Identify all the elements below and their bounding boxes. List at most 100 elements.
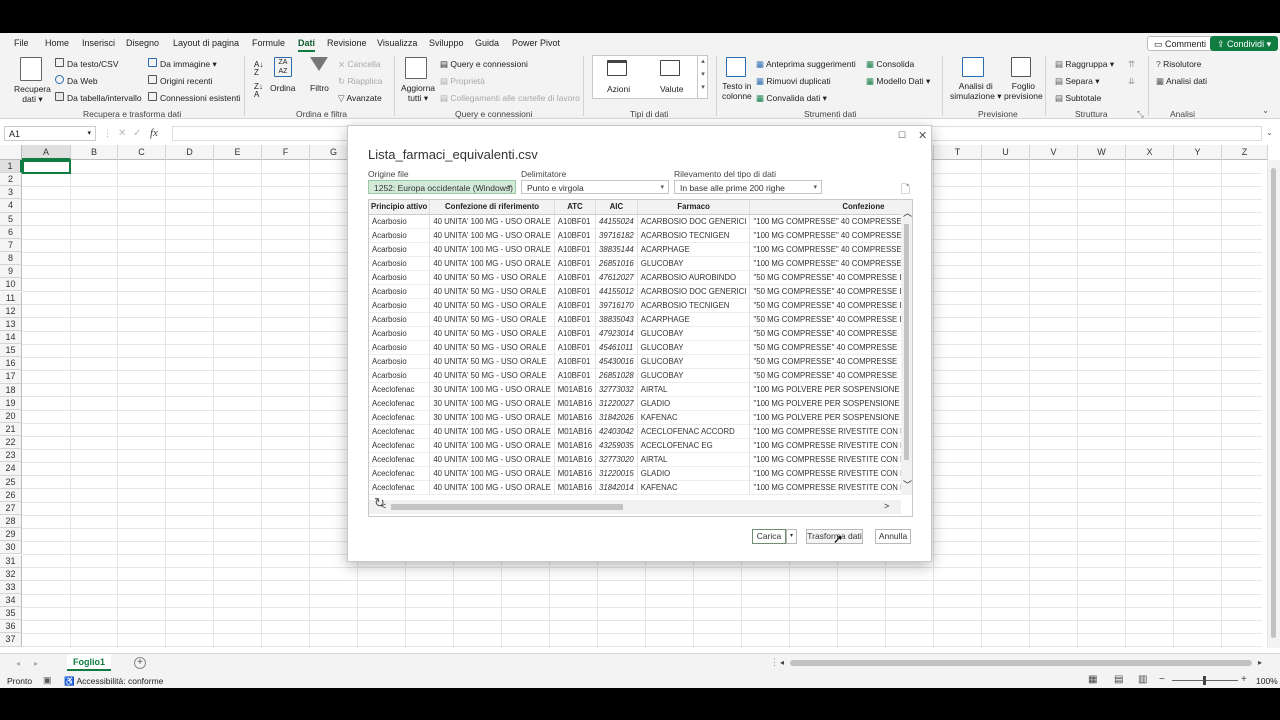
row-header[interactable]: 29 (0, 528, 22, 542)
hide-detail-icon[interactable]: ⇊ (1128, 76, 1135, 87)
active-cell-a1[interactable] (22, 160, 71, 174)
menu-draw[interactable]: Disegno (126, 38, 159, 48)
detect-type-select[interactable]: In base alle prime 200 righe ▾ (674, 180, 822, 194)
solver-button[interactable]: ? Risolutore (1156, 59, 1201, 69)
insert-function-icon[interactable]: fx (150, 127, 158, 139)
row-header[interactable]: 8 (0, 252, 22, 266)
collapse-ribbon-icon[interactable]: ⌄ (1262, 105, 1269, 116)
row-header[interactable]: 16 (0, 357, 22, 371)
vertical-scrollbar[interactable] (1268, 160, 1280, 648)
select-all-corner[interactable] (0, 145, 22, 160)
existing-connections-button[interactable]: Connessioni esistenti (160, 93, 240, 103)
currencies-button[interactable]: Valute (660, 84, 683, 94)
scroll-right-icon[interactable]: ▸ (34, 659, 38, 668)
horizontal-scrollbar[interactable] (790, 660, 1252, 666)
menu-view[interactable]: Visualizza (377, 38, 417, 48)
what-if-analysis-button[interactable]: Analisi di simulazione ▾ (950, 81, 1002, 101)
workbook-links-button[interactable]: ▤ Collegamenti alle cartelle di lavoro (440, 93, 580, 104)
clear-filter-button[interactable]: ⨯ Cancella (338, 59, 381, 70)
row-header[interactable]: 11 (0, 291, 22, 305)
row-header[interactable]: 32 (0, 567, 22, 581)
from-table-button[interactable]: Da tabella/intervallo (67, 93, 142, 103)
preview-column-header[interactable]: ATC (554, 200, 597, 215)
scroll-right-icon[interactable]: ▸ (1258, 658, 1262, 667)
row-header[interactable]: 31 (0, 554, 22, 568)
row-header[interactable]: 22 (0, 436, 22, 450)
menu-file[interactable]: File (14, 38, 29, 48)
preview-column-header[interactable]: Confezione di riferimento (429, 200, 555, 215)
column-header[interactable]: A (22, 145, 71, 160)
row-header[interactable]: 30 (0, 541, 22, 555)
preview-horizontal-scrollbar[interactable]: ↻ < > (369, 495, 901, 514)
row-header[interactable]: 33 (0, 580, 22, 594)
gallery-scroll[interactable]: ▴ ▾ ▾ (697, 55, 708, 99)
from-image-button[interactable]: Da immagine ▾ (160, 59, 217, 70)
confirm-entry-icon[interactable]: ✓ (133, 128, 141, 139)
add-sheet-button[interactable]: + (134, 657, 146, 669)
zoom-slider-thumb[interactable] (1203, 676, 1206, 685)
menu-home[interactable]: Home (45, 38, 69, 48)
macro-record-icon[interactable]: ▣ (43, 675, 52, 686)
sort-az-icon[interactable]: A↓ Z (254, 61, 263, 77)
load-button[interactable]: Carica (752, 529, 786, 544)
menu-help[interactable]: Guida (475, 38, 499, 48)
subtotal-button[interactable]: ▤ Subtotale (1055, 93, 1101, 104)
row-header[interactable]: 7 (0, 238, 22, 253)
menu-review[interactable]: Revisione (327, 38, 367, 48)
row-header[interactable]: 10 (0, 278, 22, 292)
expand-formula-icon[interactable]: ⌄ (1266, 128, 1273, 137)
accessibility-status[interactable]: ♿ Accessibilità: conforme (64, 676, 163, 687)
filter-button[interactable]: Filtro (310, 83, 329, 93)
preview-vertical-scrollbar[interactable]: ︿ ﹀ (901, 200, 912, 495)
preview-column-header[interactable]: Farmaco (637, 200, 751, 215)
scrollbar-thumb[interactable] (1271, 168, 1276, 638)
row-header[interactable]: 23 (0, 449, 22, 463)
file-icon[interactable]: 🗋 (901, 181, 910, 200)
column-header[interactable]: F (262, 145, 310, 160)
page-break-icon[interactable]: ▥ (1138, 674, 1147, 685)
normal-view-icon[interactable]: ▦ (1088, 674, 1097, 685)
row-header[interactable]: 4 (0, 199, 22, 213)
row-header[interactable]: 21 (0, 423, 22, 437)
cancel-entry-icon[interactable]: ✕ (118, 128, 126, 139)
row-header[interactable]: 3 (0, 186, 22, 200)
row-header[interactable]: 20 (0, 409, 22, 423)
scroll-left-icon[interactable]: ◂ (780, 658, 784, 667)
origin-select[interactable]: 1252: Europa occidentale (Windows) ▾ (368, 180, 516, 194)
data-analysis-button[interactable]: ▦ Analisi dati (1156, 76, 1207, 87)
share-button[interactable]: ⇪ Condividi ▾ (1210, 36, 1279, 51)
load-options-dropdown[interactable]: ▾ (786, 529, 797, 544)
sort-button[interactable]: Ordina (270, 83, 296, 93)
remove-duplicates-button[interactable]: ▦ Rimuovi duplicati (756, 76, 831, 87)
row-header[interactable]: 34 (0, 593, 22, 608)
comments-button[interactable]: ▭ Commenti (1147, 36, 1214, 51)
preview-column-header[interactable]: Principio attivo (369, 200, 431, 215)
menu-developer[interactable]: Sviluppo (429, 38, 464, 48)
recent-sources-button[interactable]: Origini recenti (160, 76, 212, 86)
row-header[interactable]: 25 (0, 475, 22, 489)
sheet-tab-foglio1[interactable]: Foglio1 (67, 654, 111, 671)
cancel-button[interactable]: Annulla (875, 529, 911, 544)
zoom-in-icon[interactable]: + (1241, 674, 1247, 685)
row-header[interactable]: 19 (0, 396, 22, 410)
refresh-all-button[interactable]: Aggiorna tutti ▾ (401, 83, 435, 103)
row-header[interactable]: 24 (0, 462, 22, 476)
column-header[interactable]: C (118, 145, 166, 160)
menu-page-layout[interactable]: Layout di pagina (173, 38, 239, 48)
row-header[interactable]: 2 (0, 173, 22, 187)
row-header[interactable]: 18 (0, 383, 22, 397)
row-header[interactable]: 1 (0, 160, 22, 174)
ungroup-button[interactable]: ▤ Separa ▾ (1055, 76, 1099, 87)
data-validation-button[interactable]: ▦ Convalida dati ▾ (756, 93, 827, 104)
row-header[interactable]: 36 (0, 620, 22, 634)
sort-za-icon[interactable]: Z↓ A (254, 83, 263, 99)
menu-power-pivot[interactable]: Power Pivot (512, 38, 560, 48)
properties-button[interactable]: ▤ Proprietà (440, 76, 485, 87)
row-header[interactable]: 35 (0, 607, 22, 621)
from-web-button[interactable]: Da Web (67, 76, 98, 86)
page-layout-icon[interactable]: ▤ (1114, 674, 1123, 685)
column-header[interactable]: Y (1174, 145, 1222, 160)
stocks-button[interactable]: Azioni (607, 84, 630, 94)
row-header[interactable]: 15 (0, 344, 22, 358)
from-text-csv-button[interactable]: Da testo/CSV (67, 59, 119, 69)
